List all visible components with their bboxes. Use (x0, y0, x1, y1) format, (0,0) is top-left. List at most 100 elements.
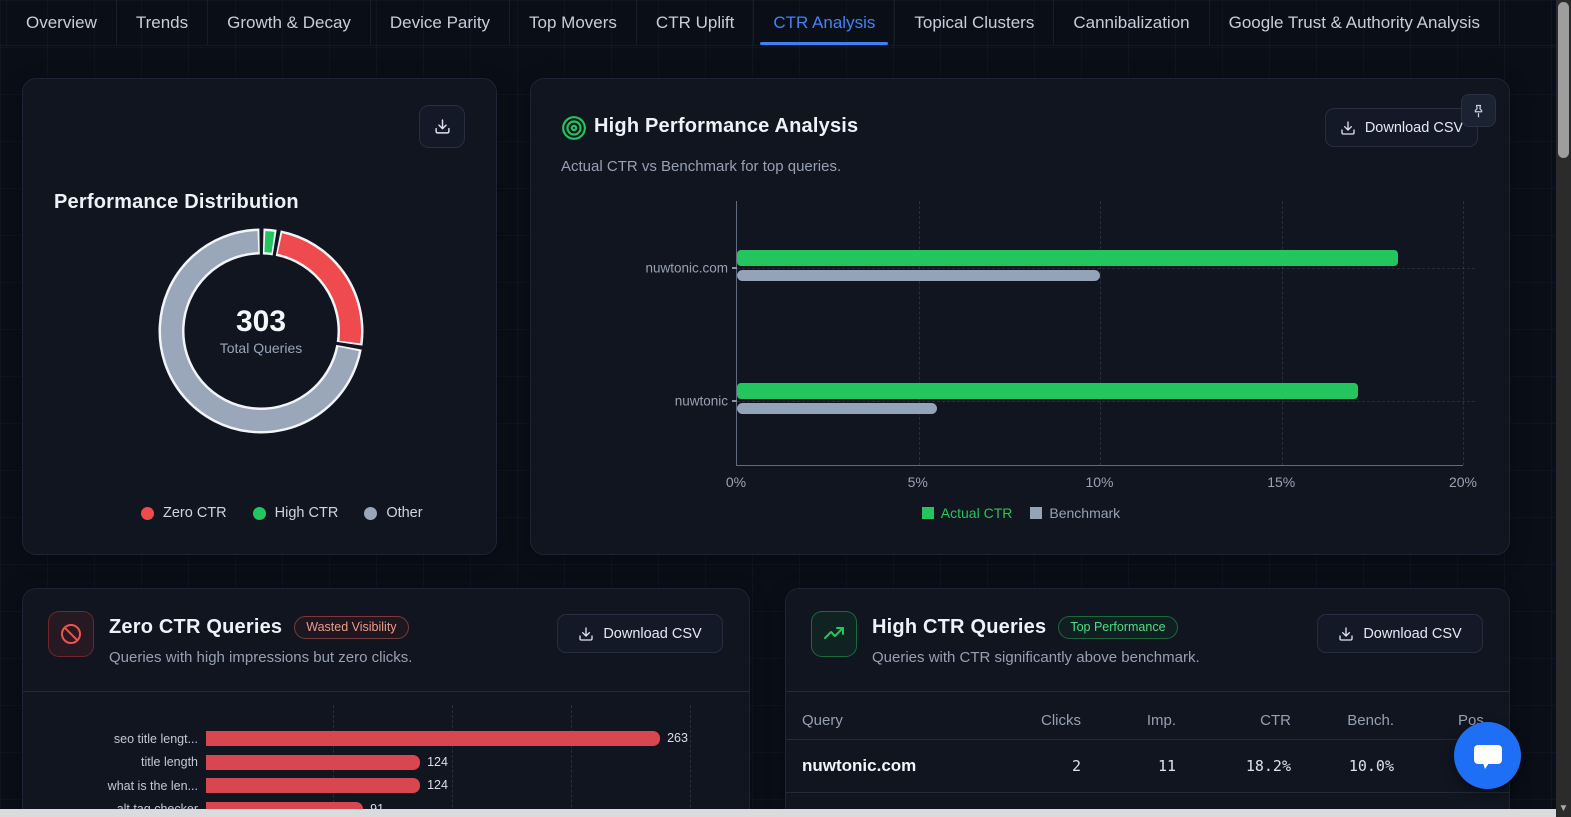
pin-icon (1474, 104, 1483, 118)
donut-segment-high-ctr (264, 231, 275, 253)
gridline-horizontal (737, 400, 1475, 402)
zero-ctr-bar-chart: seo title lengt... 263 title length 124 what… (48, 691, 724, 817)
legend-swatch (921, 507, 934, 519)
table-row[interactable]: nuwtonic.com 2 11 18.2% 10.0% (786, 739, 1509, 793)
performance-distribution-title: Performance Distribution (54, 191, 299, 213)
tab-trends[interactable]: Trends (117, 0, 209, 45)
tab-device-parity[interactable]: Device Parity (371, 0, 511, 45)
legend-dot-high-ctr (252, 506, 266, 520)
cell-ctr: 18.2% (1245, 757, 1291, 775)
hpa-bar-chart: nuwtonic.com nuwtonic (645, 201, 1475, 466)
category-label-nuwtonic-com: nuwtonic.com (645, 260, 728, 276)
vertical-scrollbar-thumb[interactable] (1558, 2, 1569, 158)
legend-label: High CTR (274, 505, 339, 521)
gridline-vertical (1463, 201, 1464, 465)
horizontal-scrollbar[interactable] (0, 809, 1556, 817)
hpa-legend: Actual CTR Benchmark (531, 505, 1511, 521)
legend-dot-other (364, 506, 378, 520)
download-csv-button[interactable]: Download CSV (557, 614, 723, 653)
zero-ctr-title: Zero CTR Queries (109, 616, 283, 638)
high-performance-subtitle: Actual CTR vs Benchmark for top queries. (561, 158, 842, 175)
legend-label: Other (386, 505, 423, 521)
gridline-vertical (918, 201, 920, 465)
tab-cannibalization[interactable]: Cannibalization (1054, 0, 1210, 45)
tab-ctr-analysis[interactable]: CTR Analysis (754, 0, 896, 45)
legend-item-benchmark: Benchmark (1030, 505, 1120, 521)
legend-label: Zero CTR (163, 505, 227, 521)
tab-top-movers[interactable]: Top Movers (510, 0, 637, 45)
download-csv-button[interactable]: Download CSV (1325, 108, 1478, 147)
download-icon (579, 626, 593, 641)
bar-area: 124 (206, 778, 724, 794)
bar-actual-ctr-nuwtonic (737, 382, 1358, 399)
zero-ctr-title-row: Zero CTR Queries Wasted Visibility (109, 616, 409, 639)
x-tick-label: 0% (725, 474, 747, 490)
donut-svg (158, 228, 364, 434)
bar-seo-title-lengt (206, 731, 661, 747)
tab-growth-decay[interactable]: Growth & Decay (208, 0, 371, 45)
bar-what-is-the-len (206, 778, 421, 794)
trending-up-icon (811, 611, 857, 657)
download-icon (1341, 120, 1355, 135)
download-csv-label: Download CSV (603, 625, 702, 642)
download-csv-button[interactable]: Download CSV (1317, 614, 1483, 653)
download-csv-label: Download CSV (1363, 625, 1462, 642)
gridline-vertical (1100, 201, 1101, 465)
bar-row-what-is-the-len: what is the len... 124 (48, 774, 724, 798)
tab-google-trust-authority-analysis[interactable]: Google Trust & Authority Analysis (1210, 0, 1500, 45)
column-header-query: Query (802, 711, 843, 729)
chat-bubble-icon (1473, 744, 1502, 769)
legend-item-zero-ctr: Zero CTR (141, 505, 227, 521)
tab-ctr-uplift[interactable]: CTR Uplift (637, 0, 755, 45)
legend-item-actual-ctr: Actual CTR (921, 505, 1013, 521)
zero-ctr-subtitle: Queries with high impressions but zero c… (109, 649, 413, 666)
legend-swatch (1030, 507, 1043, 519)
legend-label: Benchmark (1049, 505, 1121, 521)
performance-distribution-card: Performance Distribution 303 Total Queri… (22, 78, 497, 555)
cell-imp: 11 (1157, 757, 1176, 775)
high-ctr-title-row: High CTR Queries Top Performance (872, 616, 1178, 639)
ban-icon (48, 611, 94, 657)
bar-value: 124 (427, 754, 448, 769)
divider (786, 691, 1509, 692)
high-ctr-queries-card: High CTR Queries Top Performance Queries… (785, 588, 1510, 817)
high-ctr-subtitle: Queries with CTR significantly above ben… (872, 649, 1200, 666)
bar-label: what is the len... (107, 778, 198, 793)
category-label-nuwtonic: nuwtonic (674, 393, 728, 409)
high-performance-title: High Performance Analysis (594, 115, 859, 137)
chat-launcher-button[interactable] (1454, 722, 1521, 789)
zero-ctr-queries-card: Zero CTR Queries Wasted Visibility Queri… (22, 588, 750, 817)
bar-actual-ctr-nuwtonic-com (737, 250, 1398, 267)
scrollbar-down-arrow[interactable]: ▼ (1556, 801, 1571, 815)
high-ctr-title: High CTR Queries (872, 616, 1047, 638)
top-performance-badge: Top Performance (1058, 616, 1178, 639)
hpa-x-axis: 0% 5% 10% 15% 20% (726, 474, 1477, 494)
legend-item-high-ctr: High CTR (252, 505, 339, 521)
target-icon (561, 115, 587, 146)
cell-clicks: 2 (1071, 757, 1081, 775)
gridline-horizontal (737, 268, 1475, 270)
x-tick-label: 10% (1085, 474, 1114, 490)
vertical-scrollbar[interactable]: ▼ (1556, 0, 1571, 817)
x-tick-label: 20% (1448, 474, 1478, 490)
legend-label: Actual CTR (940, 505, 1013, 521)
column-header-imp: Imp. (1146, 711, 1176, 729)
performance-donut-chart: 303 Total Queries (146, 216, 376, 446)
column-header-clicks: Clicks (1041, 711, 1081, 729)
bar-benchmark-nuwtonic-com (737, 270, 1100, 282)
bar-benchmark-nuwtonic (737, 402, 937, 414)
tab-topical-clusters[interactable]: Topical Clusters (895, 0, 1055, 45)
bar-value: 263 (667, 731, 688, 746)
bar-row-title-length: title length 124 (48, 751, 724, 775)
column-header-ctr: CTR (1260, 711, 1291, 729)
pin-button[interactable] (1461, 94, 1496, 127)
tab-overview[interactable]: Overview (6, 0, 117, 45)
x-tick-label: 5% (907, 474, 928, 490)
wasted-visibility-badge: Wasted Visibility (294, 616, 409, 639)
tab-bar: Overview Trends Growth & Decay Device Parit… (0, 0, 1556, 46)
download-button[interactable] (419, 105, 465, 148)
cell-bench: 10.0% (1348, 757, 1394, 775)
bar-area: 124 (206, 754, 724, 770)
download-csv-label: Download CSV (1364, 119, 1464, 136)
cell-query: nuwtonic.com (802, 756, 917, 775)
